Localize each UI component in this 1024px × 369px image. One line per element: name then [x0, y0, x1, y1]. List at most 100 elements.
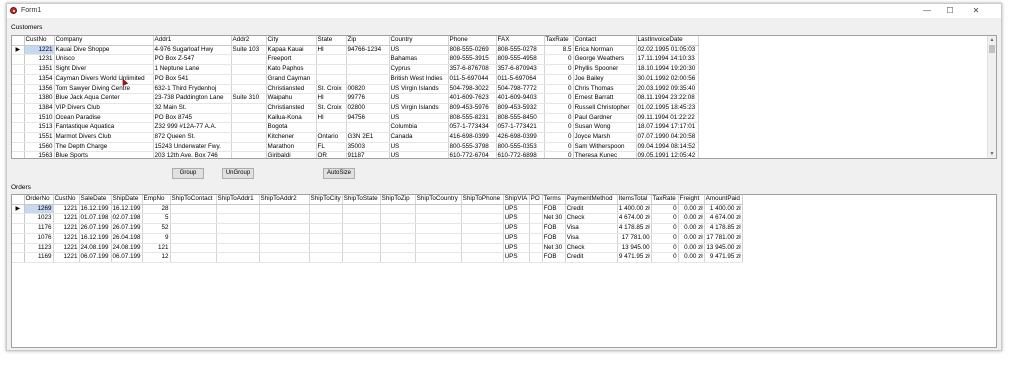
grid-cell[interactable]: [216, 233, 260, 244]
column-header[interactable]: Country: [389, 36, 449, 46]
grid-cell[interactable]: Ocean Paradise: [54, 113, 154, 124]
grid-cell[interactable]: [259, 243, 310, 254]
grid-cell[interactable]: 1354: [24, 74, 55, 85]
column-header[interactable]: Company: [54, 36, 154, 46]
grid-cell[interactable]: 07.07.1990 04:20:58: [636, 132, 699, 143]
grid-cell[interactable]: FL: [316, 142, 347, 153]
column-header[interactable]: Terms: [542, 195, 566, 205]
column-header[interactable]: TaxRate: [651, 195, 679, 205]
grid-cell[interactable]: 011-5-697064: [496, 74, 545, 85]
column-header[interactable]: FAX: [496, 36, 545, 46]
grid-cell[interactable]: 1221: [53, 223, 80, 234]
grid-cell[interactable]: British West Indies: [389, 74, 449, 85]
grid-cell[interactable]: Net 30: [542, 243, 566, 254]
row-header[interactable]: [12, 64, 25, 75]
grid-cell[interactable]: 01.02.1995 18:45:23: [636, 103, 699, 114]
grid-cell[interactable]: 1 Neptune Lane: [153, 64, 232, 75]
grid-cell[interactable]: 0: [651, 233, 679, 244]
grid-cell[interactable]: 0: [544, 113, 574, 124]
grid-cell[interactable]: 28: [142, 204, 171, 215]
grid-cell[interactable]: 1 400.00 zł: [617, 204, 652, 215]
grid-cell[interactable]: 16.12.199: [111, 204, 143, 215]
grid-cell[interactable]: 0: [544, 74, 574, 85]
grid-cell[interactable]: [259, 252, 310, 263]
grid-cell[interactable]: Fantastique Aquatica: [54, 122, 154, 134]
grid-cell[interactable]: 1169: [24, 252, 54, 263]
grid-cell[interactable]: 4 674.00 zł: [704, 213, 743, 225]
grid-cell[interactable]: 02.02.1995 01:05:03: [636, 45, 699, 56]
column-header[interactable]: Addr1: [153, 36, 232, 46]
grid-cell[interactable]: 1221: [24, 45, 55, 56]
grid-cell[interactable]: 16.12.199: [79, 204, 112, 215]
grid-cell[interactable]: 1221: [53, 204, 80, 215]
grid-cell[interactable]: Canada: [389, 132, 449, 143]
grid-cell[interactable]: 0.00 zł: [678, 204, 705, 215]
grid-cell[interactable]: Cayman Divers World Unlimited: [54, 74, 154, 85]
table-row[interactable]: 1351 Sight Diver 1 Neptune Lane Kato Paphos…: [12, 64, 699, 75]
column-header[interactable]: ShipToState: [342, 195, 381, 205]
grid-cell[interactable]: 416-698-0399: [448, 132, 497, 143]
row-header[interactable]: [12, 84, 25, 95]
grid-cell[interactable]: Bahamas: [389, 54, 449, 66]
grid-cell[interactable]: [170, 233, 217, 244]
grid-cell[interactable]: [461, 243, 504, 254]
table-row[interactable]: ▶ 1221 Kauai Dive Shoppe 4-976 Sugarloaf Hw…: [12, 45, 699, 56]
grid-cell[interactable]: The Depth Charge: [54, 142, 154, 153]
grid-cell[interactable]: 26.07.199: [111, 223, 143, 234]
grid-cell[interactable]: [380, 204, 416, 215]
grid-cell[interactable]: Net 30: [542, 213, 566, 225]
table-row[interactable]: 1384 VIP Divers Club 32 Main St. Christians…: [12, 103, 699, 114]
grid-cell[interactable]: [216, 204, 260, 215]
column-header[interactable]: AmountPaid: [704, 195, 743, 205]
grid-cell[interactable]: US: [389, 151, 449, 158]
column-header[interactable]: City: [266, 36, 317, 46]
grid-cell[interactable]: [461, 213, 504, 225]
customers-grid[interactable]: CustNo Company Addr1 Addr2 City State Zip Count…: [11, 35, 997, 159]
table-row[interactable]: 1560 The Depth Charge 15243 Underwater Fwy…: [12, 142, 699, 153]
table-row[interactable]: ▶ 1269 1221 16.12.199 16.12.199 28 UPS FOB Credi…: [12, 204, 743, 215]
grid-cell[interactable]: US Virgin Islands: [389, 84, 449, 95]
grid-cell[interactable]: UPS: [503, 233, 530, 244]
column-header[interactable]: Freight: [678, 195, 705, 205]
grid-cell[interactable]: [309, 204, 343, 215]
close-button[interactable]: ✕: [965, 5, 987, 17]
grid-cell[interactable]: [346, 74, 390, 85]
grid-cell[interactable]: 17 781.00: [617, 233, 652, 244]
row-header[interactable]: [12, 103, 25, 114]
grid-cell[interactable]: Giribaldi: [266, 151, 317, 158]
grid-cell[interactable]: 4 178.85 zł: [617, 223, 652, 234]
grid-cell[interactable]: [380, 223, 416, 234]
column-header[interactable]: Zip: [346, 36, 390, 46]
grid-cell[interactable]: UPS: [503, 204, 530, 215]
grid-cell[interactable]: 12: [142, 252, 171, 263]
grid-cell[interactable]: US: [389, 45, 449, 56]
maximize-button[interactable]: ☐: [939, 5, 961, 17]
grid-cell[interactable]: FOB: [542, 204, 566, 215]
grid-cell[interactable]: Check: [565, 243, 618, 254]
grid-cell[interactable]: 1356: [24, 84, 55, 95]
title-bar[interactable]: Form1 — ☐ ✕: [7, 4, 1001, 18]
grid-cell[interactable]: 1076: [24, 233, 54, 244]
grid-cell[interactable]: Bogota: [266, 122, 317, 134]
grid-cell[interactable]: [316, 64, 347, 75]
grid-cell[interactable]: 401-609-9403: [496, 93, 545, 104]
grid-cell[interactable]: Kapaa Kauai: [266, 45, 317, 56]
grid-cell[interactable]: 15243 Underwater Fwy.: [153, 142, 232, 153]
grid-cell[interactable]: [231, 103, 267, 114]
grid-cell[interactable]: Christiansted: [266, 103, 317, 114]
grid-cell[interactable]: 0: [544, 93, 574, 104]
grid-cell[interactable]: [529, 223, 543, 234]
grid-cell[interactable]: 0: [544, 103, 574, 114]
grid-cell[interactable]: St. Croix: [316, 103, 347, 114]
grid-cell[interactable]: 1123: [24, 243, 54, 254]
grid-cell[interactable]: [259, 233, 310, 244]
grid-cell[interactable]: FOB: [542, 252, 566, 263]
grid-cell[interactable]: Kitchener: [266, 132, 317, 143]
grid-cell[interactable]: [415, 204, 462, 215]
grid-cell[interactable]: US: [389, 142, 449, 153]
grid-cell[interactable]: 808-555-8450: [496, 113, 545, 124]
grid-cell[interactable]: 0: [544, 151, 574, 158]
column-header[interactable]: CustNo: [24, 36, 55, 46]
grid-cell[interactable]: 0: [651, 204, 679, 215]
grid-cell[interactable]: 809-555-3915: [448, 54, 497, 66]
